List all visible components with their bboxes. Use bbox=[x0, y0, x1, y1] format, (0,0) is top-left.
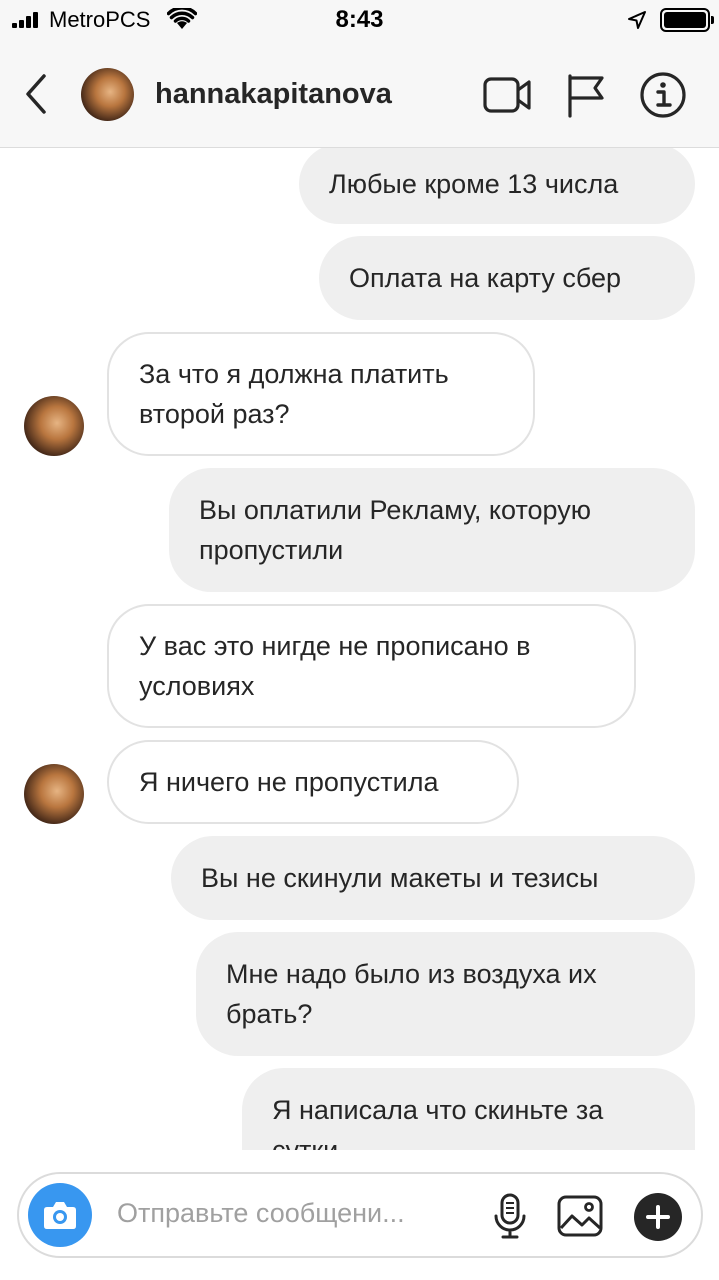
microphone-icon[interactable] bbox=[486, 1192, 534, 1240]
message-bubble-incoming[interactable]: Я ничего не пропустила bbox=[107, 740, 519, 824]
message-text: Вы оплатили Рекламу, которую bbox=[199, 495, 591, 525]
message-text: Вы не скинули макеты и тезисы bbox=[201, 863, 599, 893]
plus-button[interactable] bbox=[634, 1193, 682, 1241]
avatar[interactable] bbox=[24, 764, 84, 824]
message-bubble-outgoing[interactable]: Любые кроме 13 числа bbox=[299, 148, 695, 224]
message-text: Любые кроме 13 числа bbox=[329, 169, 619, 199]
message-bubble-outgoing[interactable]: Вы оплатили Рекламу, которую пропустили bbox=[169, 468, 695, 592]
message-text: условиях bbox=[139, 671, 255, 701]
battery-icon bbox=[660, 8, 714, 32]
message-text: второй раз? bbox=[139, 399, 290, 429]
username[interactable]: hannakapitanova bbox=[155, 78, 392, 111]
message-text: Я написала что скиньте за bbox=[272, 1095, 604, 1125]
status-bar: MetroPCS 8:43 bbox=[0, 0, 719, 40]
flag-icon[interactable] bbox=[562, 70, 612, 120]
message-bubble-outgoing[interactable]: Вы не скинули макеты и тезисы bbox=[171, 836, 695, 920]
message-text: Мне надо было из воздуха их bbox=[226, 959, 597, 989]
message-composer: Отправьте сообщени... bbox=[17, 1172, 703, 1258]
message-bubble-outgoing[interactable]: Я написала что скиньте за сутки bbox=[242, 1068, 695, 1150]
gallery-icon[interactable] bbox=[556, 1192, 604, 1240]
back-chevron-icon[interactable] bbox=[18, 70, 54, 118]
message-bubble-incoming[interactable]: У вас это нигде не прописано в условиях bbox=[107, 604, 636, 728]
video-camera-icon[interactable] bbox=[482, 70, 532, 120]
conversation-header: hannakapitanova bbox=[0, 40, 719, 148]
avatar[interactable] bbox=[24, 396, 84, 456]
message-bubble-incoming[interactable]: За что я должна платить второй раз? bbox=[107, 332, 535, 456]
message-text: брать? bbox=[226, 999, 313, 1029]
message-input[interactable]: Отправьте сообщени... bbox=[117, 1198, 405, 1229]
plus-icon bbox=[646, 1205, 670, 1229]
message-bubble-outgoing[interactable]: Оплата на карту сбер bbox=[319, 236, 695, 320]
message-text: Я ничего не пропустила bbox=[139, 767, 439, 797]
camera-button[interactable] bbox=[28, 1183, 92, 1247]
clock: 8:43 bbox=[335, 6, 384, 33]
message-bubble-outgoing[interactable]: Мне надо было из воздуха их брать? bbox=[196, 932, 695, 1056]
message-text: Оплата на карту сбер bbox=[349, 263, 622, 293]
message-text: сутки bbox=[272, 1135, 339, 1150]
message-text: У вас это нигде не прописано в bbox=[139, 631, 531, 661]
message-thread[interactable]: Любые кроме 13 числа Оплата на карту сбе… bbox=[0, 148, 719, 1150]
info-icon[interactable] bbox=[638, 70, 688, 120]
camera-icon bbox=[44, 1202, 76, 1229]
location-arrow-icon bbox=[628, 11, 646, 29]
message-text: пропустили bbox=[199, 535, 344, 565]
avatar[interactable] bbox=[81, 68, 134, 121]
message-text: За что я должна платить bbox=[139, 359, 449, 389]
